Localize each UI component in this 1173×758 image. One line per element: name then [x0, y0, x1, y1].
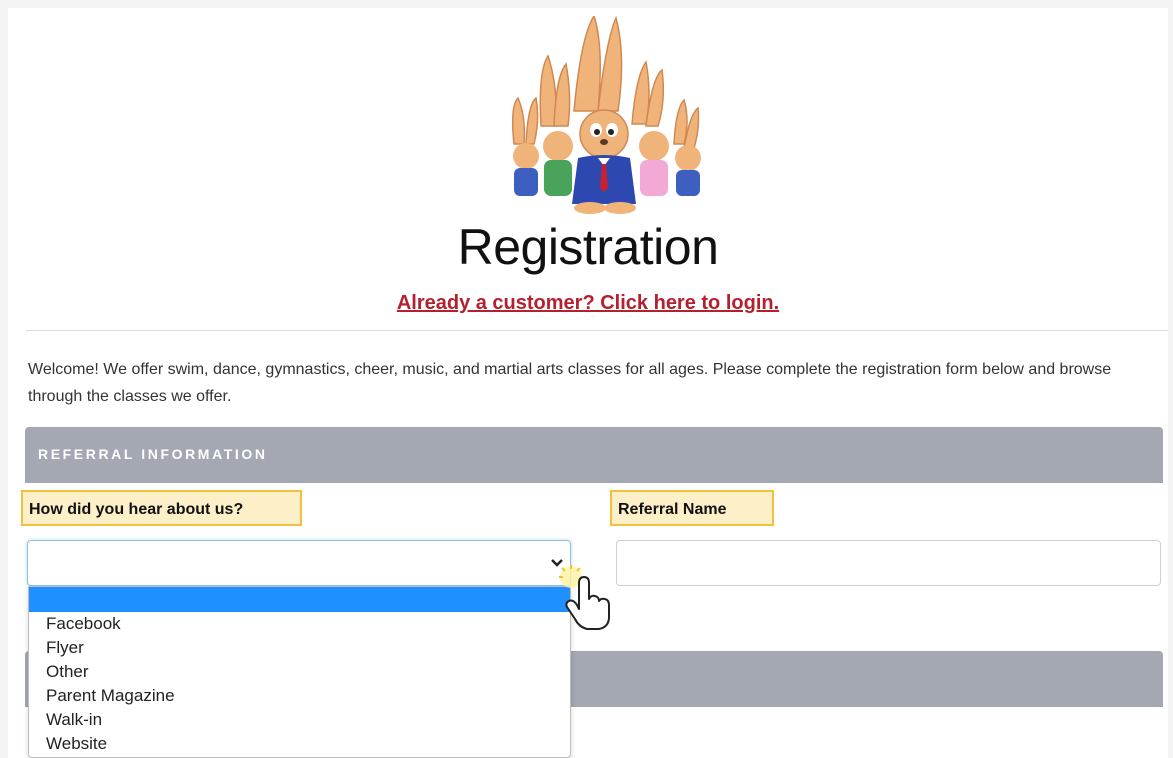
- divider: [26, 330, 1168, 331]
- referral-name-label: Referral Name: [610, 490, 774, 526]
- page-title: Registration: [457, 219, 719, 275]
- referral-name-input[interactable]: [616, 540, 1161, 586]
- dropdown-option-blank[interactable]: [29, 587, 570, 612]
- hear-about-us-dropdown: Facebook Flyer Other Parent Magazine Wal…: [28, 586, 571, 758]
- welcome-text: Welcome! We offer swim, dance, gymnastic…: [28, 361, 1112, 405]
- dropdown-option-website[interactable]: Website: [29, 732, 570, 756]
- bunny-family-logo: [511, 16, 701, 214]
- dropdown-option-facebook[interactable]: Facebook: [29, 612, 570, 636]
- hear-about-us-select[interactable]: [27, 540, 571, 586]
- section-title: REFERRAL INFORMATION: [38, 446, 268, 462]
- login-link[interactable]: Already a customer? Click here to login.: [8, 292, 1168, 315]
- hand-pointer-icon: [559, 565, 610, 630]
- dropdown-option-other[interactable]: Other: [29, 660, 570, 684]
- dropdown-option-parent-magazine[interactable]: Parent Magazine: [29, 684, 570, 708]
- registration-page: Registration Already a customer? Click h…: [8, 8, 1168, 758]
- dropdown-option-walk-in[interactable]: Walk-in: [29, 708, 570, 732]
- referral-section-header: REFERRAL INFORMATION: [25, 427, 1163, 483]
- dropdown-option-flyer[interactable]: Flyer: [29, 636, 570, 660]
- hear-about-us-label: How did you hear about us?: [21, 490, 302, 526]
